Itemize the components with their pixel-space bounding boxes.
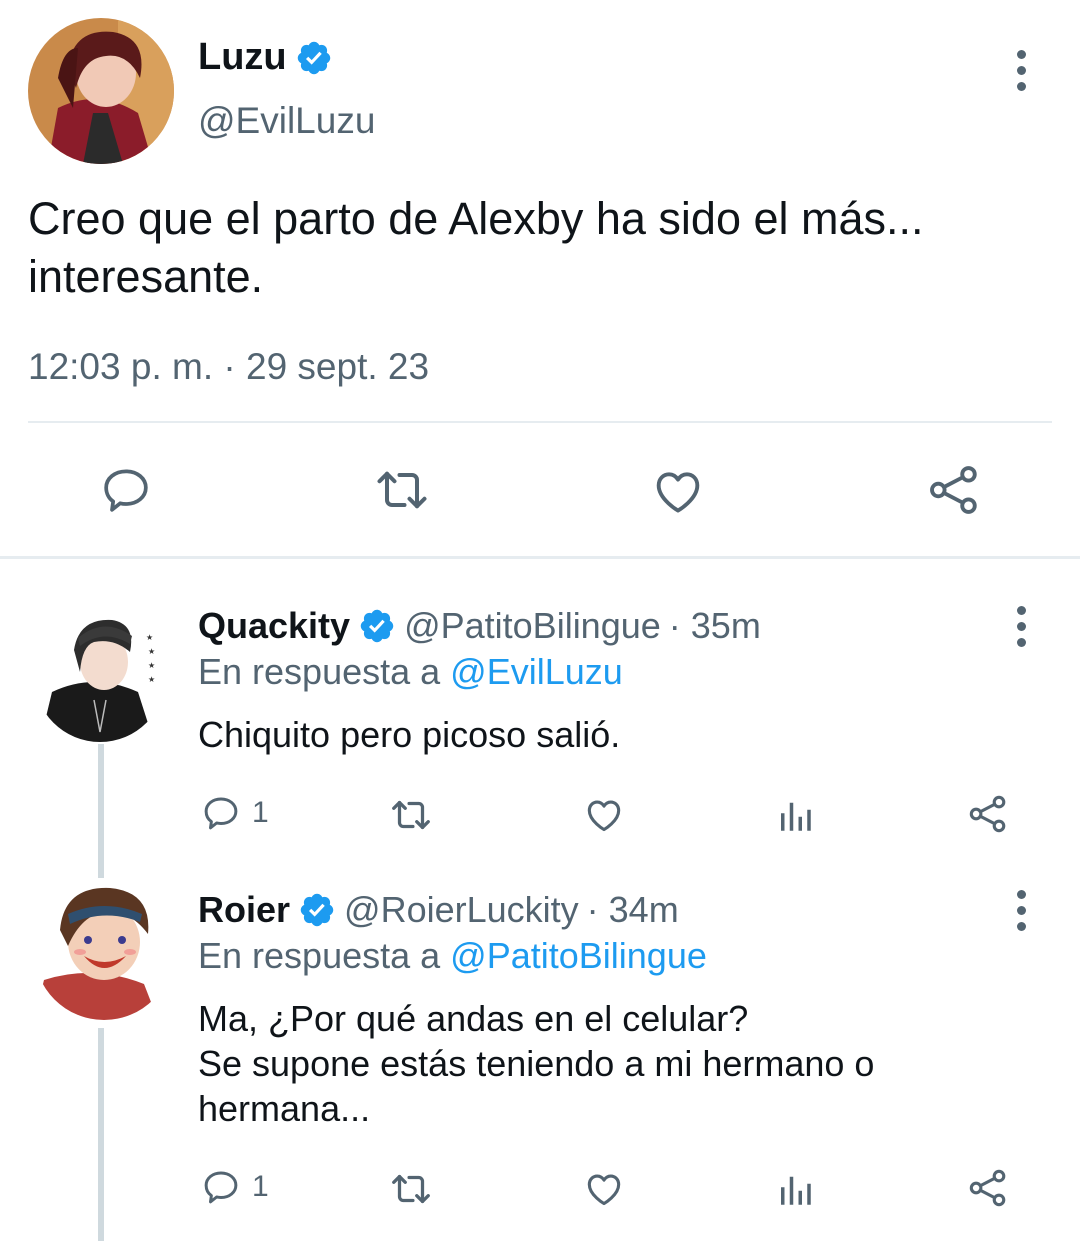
reply-icon — [204, 1171, 238, 1204]
reply-text: Chiquito pero picoso salió. — [198, 712, 1018, 757]
avatar-luzu[interactable] — [28, 18, 174, 164]
reply-text-line: Se supone estás teniendo a mi hermano o — [198, 1043, 875, 1084]
in-reply-to: En respuesta a @EvilLuzu — [198, 651, 623, 693]
like-button[interactable] — [582, 792, 626, 836]
share-button[interactable] — [966, 792, 1010, 836]
thread-connector — [98, 1028, 104, 1241]
retweet-icon — [377, 471, 427, 509]
verified-badge-icon — [360, 609, 394, 643]
retweet-button[interactable] — [372, 460, 432, 520]
avatar-roier[interactable] — [34, 880, 174, 1020]
like-icon — [587, 800, 621, 832]
tweet-text: Creo que el parto de Alexby ha sido el m… — [28, 190, 1058, 306]
tweet-text-line: Creo que el parto de Alexby ha sido el m… — [28, 193, 924, 244]
divider — [28, 421, 1052, 423]
reply-count: 1 — [252, 1170, 269, 1203]
more-options-icon[interactable] — [1014, 50, 1028, 91]
like-button[interactable] — [582, 1166, 626, 1210]
author-handle[interactable]: @EvilLuzu — [198, 100, 375, 142]
svg-text:★: ★ — [148, 661, 155, 670]
author-name-row[interactable]: Luzu — [198, 36, 333, 79]
author-handle[interactable]: @RoierLuckity — [344, 889, 579, 931]
share-button[interactable] — [924, 460, 984, 520]
retweet-icon — [392, 800, 430, 830]
retweet-button[interactable] — [388, 792, 434, 838]
reply-time: · 35m — [668, 605, 761, 646]
retweet-button[interactable] — [388, 1166, 434, 1212]
in-reply-link[interactable]: @EvilLuzu — [450, 651, 623, 692]
svg-text:★: ★ — [146, 633, 153, 642]
tweet-timestamp[interactable]: 12:03 p. m. · 29 sept. 23 — [28, 346, 429, 388]
verified-badge-icon — [297, 41, 330, 74]
display-name[interactable]: Quackity — [198, 605, 350, 647]
reply-button[interactable]: 1 — [200, 792, 269, 834]
divider — [0, 556, 1080, 559]
in-reply-label: En respuesta a — [198, 935, 441, 976]
reply-text-line: Ma, ¿Por qué andas en el celular? — [198, 998, 749, 1039]
more-options-icon[interactable] — [1014, 606, 1028, 647]
in-reply-to: En respuesta a @PatitoBilingue — [198, 935, 707, 977]
thread-connector — [98, 744, 104, 878]
share-icon — [969, 795, 1006, 833]
analytics-icon — [781, 1176, 811, 1205]
reply-header: Quackity @PatitoBilingue · 35m — [198, 605, 761, 647]
display-name[interactable]: Luzu — [198, 36, 287, 79]
avatar-quackity[interactable]: ★ ★ ★ ★ — [34, 610, 166, 742]
reply-button[interactable]: 1 — [200, 1166, 269, 1208]
display-name[interactable]: Roier — [198, 889, 290, 931]
share-button[interactable] — [966, 1166, 1010, 1210]
reply-header: Roier @RoierLuckity · 34m — [198, 889, 679, 931]
tweet-text-line: interesante. — [28, 251, 264, 302]
reply-text: Ma, ¿Por qué andas en el celular? Se sup… — [198, 996, 1018, 1131]
views-button[interactable] — [774, 794, 816, 836]
reply-count: 1 — [252, 796, 269, 829]
retweet-icon — [392, 1174, 430, 1204]
share-icon — [930, 466, 977, 514]
svg-text:★: ★ — [148, 647, 155, 656]
like-icon — [656, 472, 700, 513]
reply-time: · 34m — [586, 889, 679, 930]
svg-text:★: ★ — [148, 675, 155, 684]
reply-icon — [104, 469, 148, 512]
author-handle[interactable]: @PatitoBilingue — [404, 605, 661, 647]
views-button[interactable] — [774, 1168, 816, 1210]
share-icon — [969, 1169, 1006, 1207]
reply-icon — [204, 797, 238, 830]
reply-text-line: hermana... — [198, 1088, 371, 1129]
more-options-icon[interactable] — [1014, 890, 1028, 931]
verified-badge-icon — [300, 893, 334, 927]
like-icon — [587, 1174, 621, 1206]
reply-text-line: Chiquito pero picoso salió. — [198, 714, 621, 755]
reply-button[interactable] — [96, 460, 156, 520]
in-reply-label: En respuesta a — [198, 651, 441, 692]
in-reply-link[interactable]: @PatitoBilingue — [450, 935, 707, 976]
analytics-icon — [781, 802, 811, 831]
like-button[interactable] — [648, 460, 708, 520]
